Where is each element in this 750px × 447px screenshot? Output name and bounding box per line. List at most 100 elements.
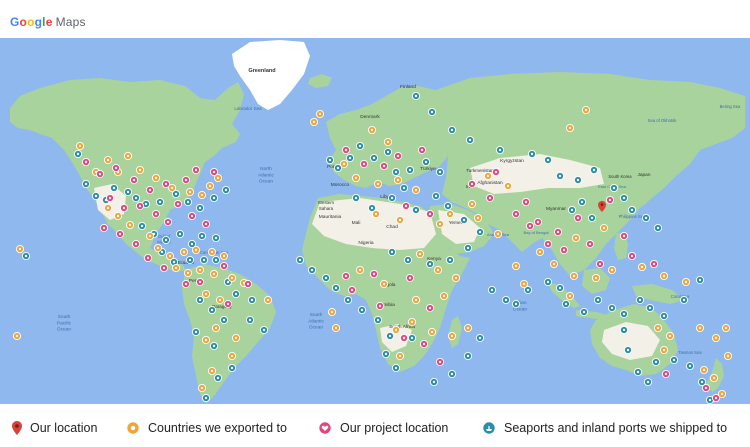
seaport-marker[interactable]: [385, 331, 395, 341]
exported-country-marker[interactable]: [483, 171, 493, 181]
exported-country-marker[interactable]: [383, 137, 393, 147]
exported-country-marker[interactable]: [123, 151, 133, 161]
project-location-marker[interactable]: [243, 279, 253, 289]
project-location-marker[interactable]: [151, 209, 161, 219]
project-location-marker[interactable]: [159, 263, 169, 273]
exported-country-marker[interactable]: [309, 117, 319, 127]
project-location-marker[interactable]: [195, 277, 205, 287]
exported-country-marker[interactable]: [493, 229, 503, 239]
seaport-marker[interactable]: [369, 153, 379, 163]
seaport-marker[interactable]: [555, 171, 565, 181]
seaport-marker[interactable]: [211, 255, 221, 265]
project-location-marker[interactable]: [209, 167, 219, 177]
seaport-marker[interactable]: [463, 351, 473, 361]
exported-country-marker[interactable]: [695, 323, 705, 333]
project-location-marker[interactable]: [553, 227, 563, 237]
project-location-marker[interactable]: [375, 301, 385, 311]
project-location-marker[interactable]: [543, 239, 553, 249]
exported-country-marker[interactable]: [145, 231, 155, 241]
seaport-marker[interactable]: [73, 149, 83, 159]
seaport-marker[interactable]: [197, 231, 207, 241]
seaport-marker[interactable]: [619, 309, 629, 319]
project-location-marker[interactable]: [405, 273, 415, 283]
seaport-marker[interactable]: [447, 369, 457, 379]
project-location-marker[interactable]: [605, 195, 615, 205]
project-location-marker[interactable]: [559, 245, 569, 255]
seaport-marker[interactable]: [447, 125, 457, 135]
seaport-marker[interactable]: [391, 363, 401, 373]
project-location-marker[interactable]: [419, 339, 429, 349]
seaport-marker[interactable]: [527, 149, 537, 159]
seaport-marker[interactable]: [645, 303, 655, 313]
seaport-marker[interactable]: [623, 345, 633, 355]
exported-country-marker[interactable]: [201, 289, 211, 299]
project-location-marker[interactable]: [661, 369, 671, 379]
project-location-marker[interactable]: [181, 175, 191, 185]
seaport-marker[interactable]: [495, 145, 505, 155]
seaport-marker[interactable]: [131, 193, 141, 203]
exported-country-marker[interactable]: [219, 251, 229, 261]
seaport-marker[interactable]: [209, 341, 219, 351]
exported-country-marker[interactable]: [433, 265, 443, 275]
exported-country-marker[interactable]: [351, 173, 361, 183]
exported-country-marker[interactable]: [709, 373, 719, 383]
seaport-marker[interactable]: [185, 255, 195, 265]
seaport-marker[interactable]: [633, 367, 643, 377]
project-location-marker[interactable]: [701, 383, 711, 393]
exported-country-marker[interactable]: [201, 335, 211, 345]
exported-country-marker[interactable]: [427, 327, 437, 337]
seaport-marker[interactable]: [227, 363, 237, 373]
seaport-marker[interactable]: [213, 373, 223, 383]
seaport-marker[interactable]: [589, 165, 599, 175]
seaport-marker[interactable]: [421, 157, 431, 167]
seaport-marker[interactable]: [325, 155, 335, 165]
project-location-marker[interactable]: [99, 223, 109, 233]
seaport-marker[interactable]: [387, 193, 397, 203]
seaport-marker[interactable]: [411, 205, 421, 215]
project-location-marker[interactable]: [105, 193, 115, 203]
project-location-marker[interactable]: [223, 299, 233, 309]
seaport-marker[interactable]: [459, 215, 469, 225]
exported-country-marker[interactable]: [215, 295, 225, 305]
project-location-marker[interactable]: [533, 217, 543, 227]
exported-country-marker[interactable]: [519, 279, 529, 289]
exported-country-marker[interactable]: [607, 265, 617, 275]
seaport-marker[interactable]: [669, 355, 679, 365]
project-location-marker[interactable]: [119, 203, 129, 213]
exported-country-marker[interactable]: [665, 331, 675, 341]
seaport-marker[interactable]: [429, 377, 439, 387]
world-map-canvas[interactable]: GreenlandLabrador SeaNorthAtlanticOceanS…: [0, 38, 750, 408]
project-location-marker[interactable]: [379, 161, 389, 171]
seaport-marker[interactable]: [407, 333, 417, 343]
exported-country-marker[interactable]: [581, 105, 591, 115]
seaport-marker[interactable]: [321, 273, 331, 283]
project-location-marker[interactable]: [131, 239, 141, 249]
exported-country-marker[interactable]: [511, 261, 521, 271]
exported-country-marker[interactable]: [183, 268, 193, 278]
exported-country-marker[interactable]: [331, 323, 341, 333]
project-location-marker[interactable]: [399, 333, 409, 343]
exported-country-marker[interactable]: [209, 269, 219, 279]
exported-country-marker[interactable]: [591, 273, 601, 283]
seaport-marker[interactable]: [91, 191, 101, 201]
seaport-marker[interactable]: [387, 247, 397, 257]
seaport-marker[interactable]: [343, 295, 353, 305]
project-location-marker[interactable]: [161, 179, 171, 189]
exported-country-marker[interactable]: [391, 325, 401, 335]
exported-country-marker[interactable]: [699, 365, 709, 375]
seaport-marker[interactable]: [579, 307, 589, 317]
seaport-marker[interactable]: [195, 295, 205, 305]
seaport-marker[interactable]: [211, 233, 221, 243]
exported-country-marker[interactable]: [549, 259, 559, 269]
seaport-marker[interactable]: [221, 185, 231, 195]
seaport-marker[interactable]: [501, 295, 511, 305]
seaport-marker[interactable]: [231, 289, 241, 299]
seaport-marker[interactable]: [123, 187, 133, 197]
project-location-marker[interactable]: [143, 253, 153, 263]
exported-country-marker[interactable]: [191, 245, 201, 255]
exported-country-marker[interactable]: [439, 291, 449, 301]
project-location-marker[interactable]: [425, 209, 435, 219]
exported-country-marker[interactable]: [393, 175, 403, 185]
seaport-marker[interactable]: [573, 175, 583, 185]
project-location-marker[interactable]: [595, 259, 605, 269]
